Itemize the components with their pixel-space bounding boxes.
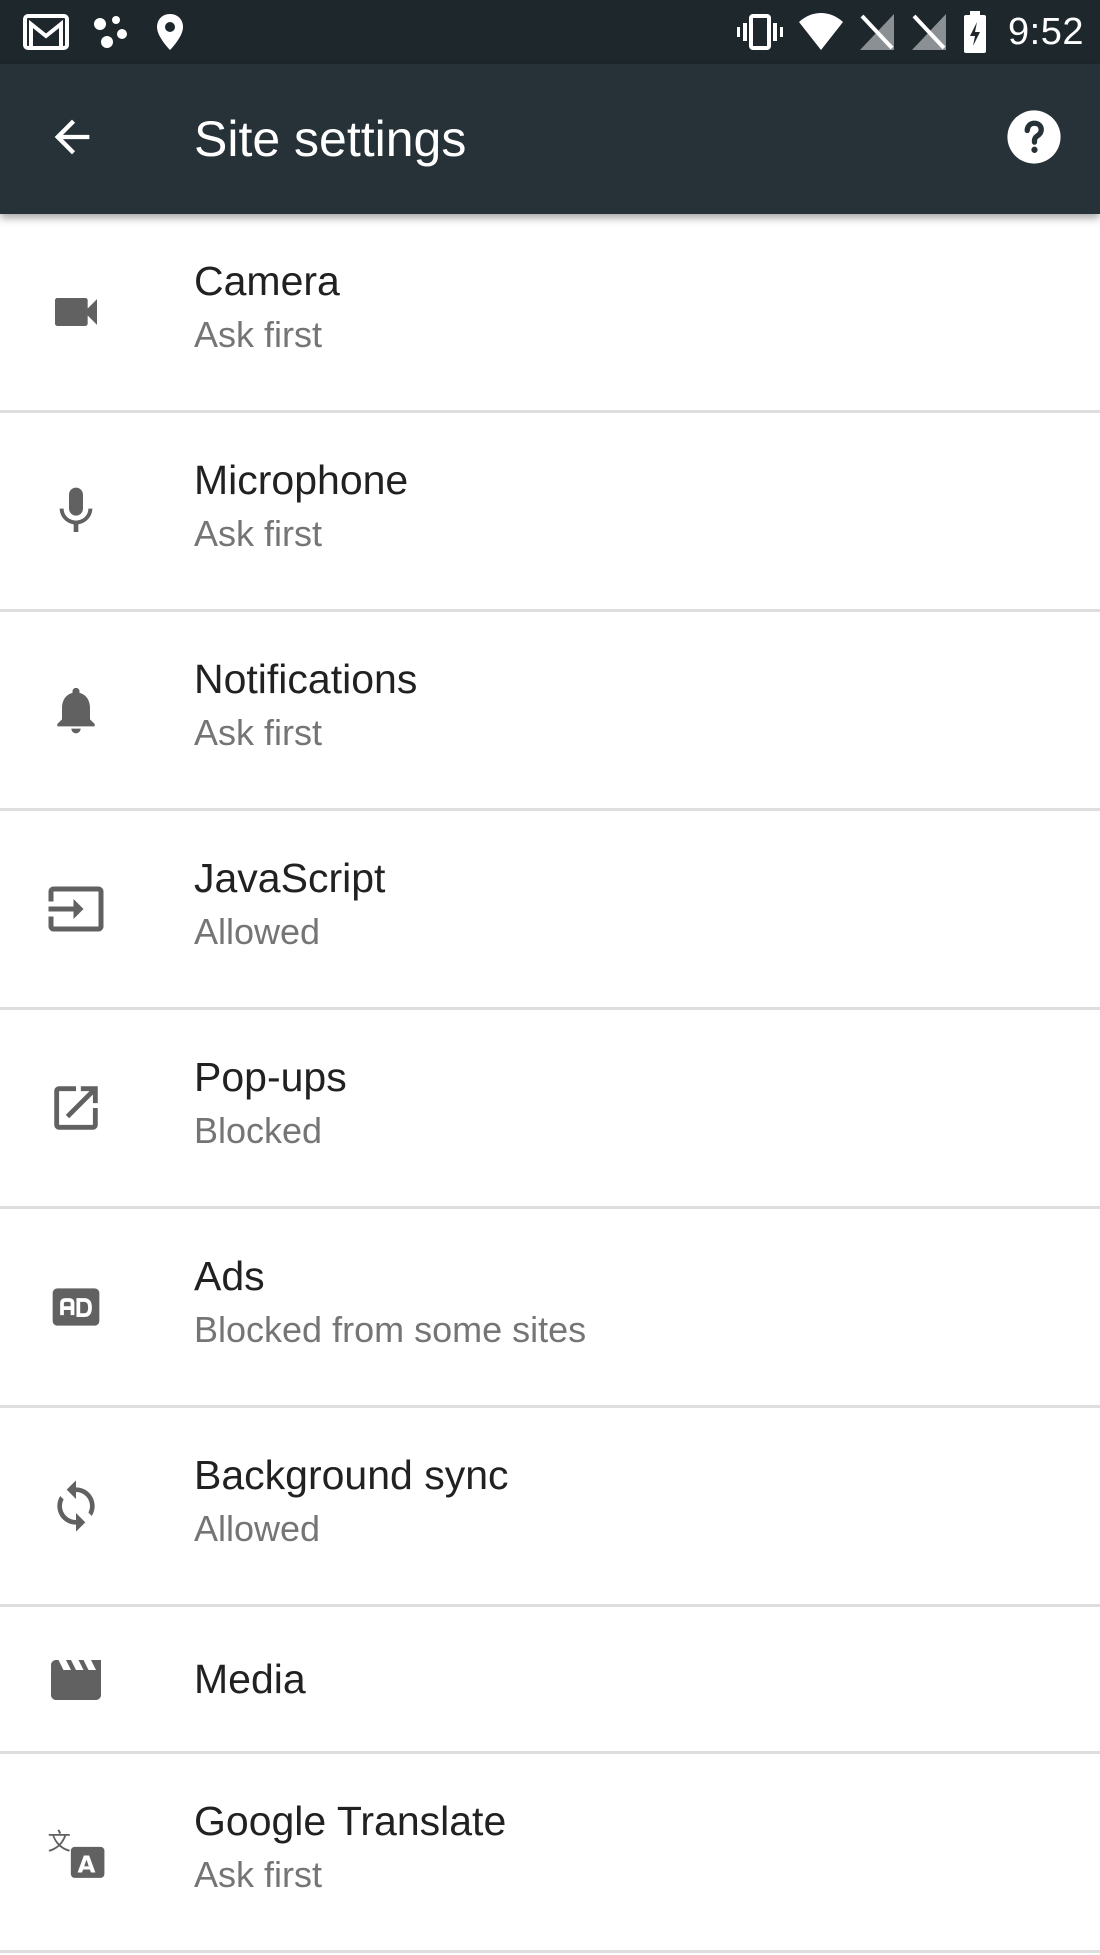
- site-settings-list: Camera Ask first Microphone Ask first No…: [0, 214, 1100, 1953]
- svg-text:文: 文: [48, 1828, 71, 1855]
- setting-summary: Ask first: [194, 712, 323, 753]
- ad-units-icon: [38, 1269, 114, 1345]
- clapperboard-icon: [38, 1642, 114, 1718]
- setting-camera[interactable]: Camera Ask first: [0, 214, 1100, 413]
- setting-popups[interactable]: Pop-ups Blocked: [0, 1010, 1100, 1209]
- setting-ads[interactable]: Ads Blocked from some sites: [0, 1209, 1100, 1408]
- setting-summary: Ask first: [194, 513, 323, 554]
- setting-summary: Blocked from some sites: [194, 1309, 587, 1350]
- setting-title: Background sync: [194, 1452, 509, 1498]
- translate-icon: 文 A: [38, 1814, 114, 1890]
- setting-title: Camera: [194, 258, 340, 304]
- help-button[interactable]: [1002, 107, 1066, 171]
- setting-microphone[interactable]: Microphone Ask first: [0, 413, 1100, 612]
- setting-title: Ads: [194, 1253, 265, 1299]
- location-pin-icon: [154, 12, 186, 52]
- status-bar: 9:52: [0, 0, 1100, 64]
- setting-text: Background sync Allowed: [194, 1450, 509, 1552]
- setting-notifications[interactable]: Notifications Ask first: [0, 612, 1100, 811]
- page-title: Site settings: [194, 111, 467, 167]
- status-bar-system: 9:52: [736, 0, 1084, 64]
- setting-text: Notifications Ask first: [194, 654, 417, 756]
- assistant-dots-icon: [92, 12, 132, 52]
- setting-summary: Blocked: [194, 1110, 323, 1151]
- setting-title: Google Translate: [194, 1798, 507, 1844]
- setting-text: Pop-ups Blocked: [194, 1052, 347, 1154]
- setting-text: Media: [194, 1607, 306, 1751]
- setting-summary: Ask first: [194, 1854, 323, 1895]
- setting-summary: Ask first: [194, 314, 323, 355]
- app-bar: Site settings: [0, 64, 1100, 214]
- mic-icon: [38, 473, 114, 549]
- open-in-new-icon: [38, 1070, 114, 1146]
- setting-title: Microphone: [194, 457, 409, 503]
- setting-title: JavaScript: [194, 855, 386, 901]
- vibrate-icon: [736, 12, 784, 52]
- bell-icon: [38, 672, 114, 748]
- setting-text: Ads Blocked from some sites: [194, 1251, 586, 1353]
- setting-title: Media: [194, 1656, 306, 1702]
- setting-summary: Allowed: [194, 1508, 321, 1549]
- no-signal-icon: [910, 12, 948, 52]
- setting-media[interactable]: Media: [0, 1607, 1100, 1754]
- setting-text: Camera Ask first: [194, 256, 340, 358]
- videocam-icon: [38, 274, 114, 350]
- setting-background-sync[interactable]: Background sync Allowed: [0, 1408, 1100, 1607]
- setting-google-translate[interactable]: 文 A Google Translate Ask first: [0, 1754, 1100, 1953]
- setting-text: JavaScript Allowed: [194, 853, 385, 955]
- back-button[interactable]: [40, 107, 104, 171]
- arrow-back-icon: [46, 111, 98, 168]
- svg-text:A: A: [78, 1852, 96, 1879]
- help-icon: [1005, 108, 1063, 171]
- setting-text: Google Translate Ask first: [194, 1796, 506, 1898]
- setting-text: Microphone Ask first: [194, 455, 408, 557]
- sync-icon: [38, 1468, 114, 1544]
- status-bar-notifications: [22, 0, 186, 64]
- status-time: 9:52: [1008, 10, 1084, 53]
- setting-title: Pop-ups: [194, 1054, 347, 1100]
- setting-summary: Allowed: [194, 911, 321, 952]
- no-signal-icon: [858, 12, 896, 52]
- wifi-icon: [798, 12, 844, 52]
- setting-title: Notifications: [194, 656, 418, 702]
- battery-icon: [962, 10, 988, 54]
- input-icon: [38, 871, 114, 947]
- gmail-icon: [22, 12, 70, 52]
- setting-javascript[interactable]: JavaScript Allowed: [0, 811, 1100, 1010]
